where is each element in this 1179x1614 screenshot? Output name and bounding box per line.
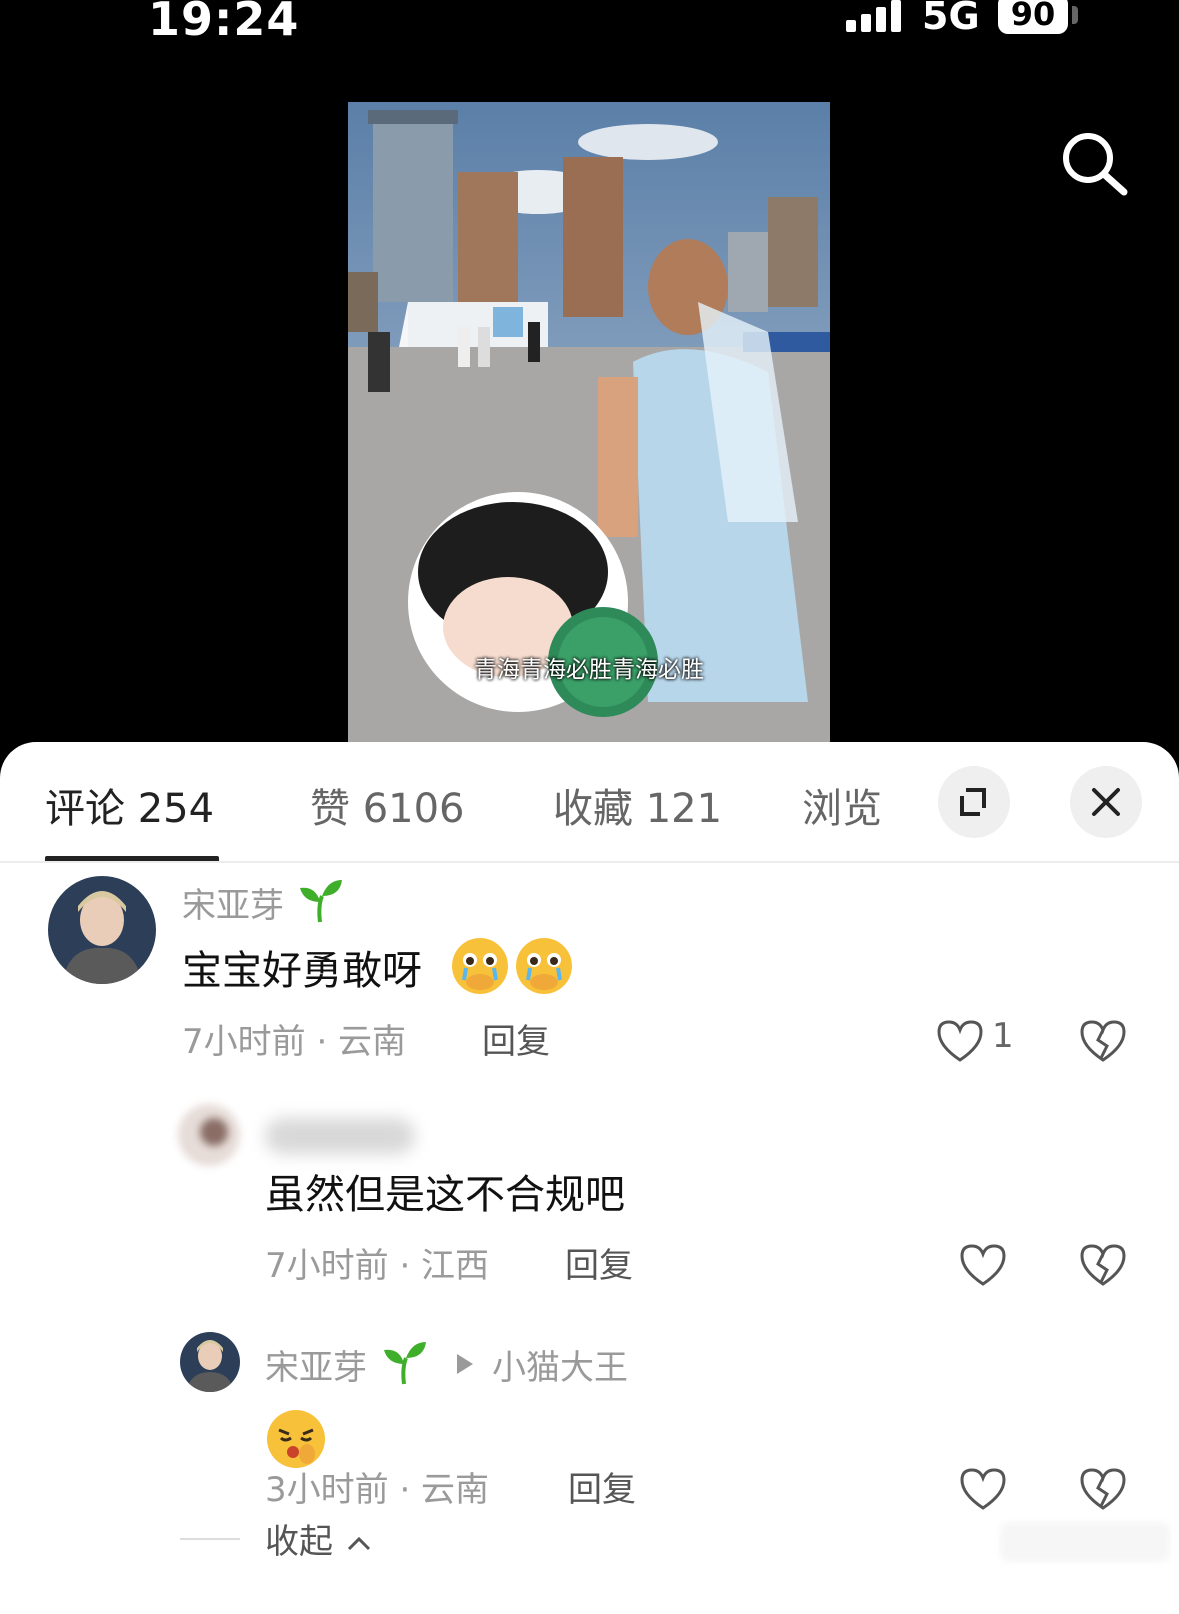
heart-icon[interactable] [958,1242,1008,1288]
battery-icon: 90 [998,0,1068,34]
reply-button[interactable]: 回复 [568,1462,636,1511]
like-count: 1 [992,1016,1014,1056]
broken-heart-icon[interactable] [1078,1018,1128,1064]
collapse-divider [180,1538,240,1540]
sprout-icon [384,1342,426,1385]
comment-meta: 3小时前 · 云南 [265,1470,490,1510]
avatar-image [180,1332,240,1392]
reply-arrow-icon [457,1354,473,1374]
heart-icon[interactable] [935,1018,985,1064]
network-label: 5G [922,0,980,38]
crying-emoji-icon [452,938,572,994]
avatar[interactable] [48,876,156,984]
status-time: 19:24 [148,0,300,46]
comments-sheet: 评论 254 赞 6106 收藏 121 浏览 宋亚芽 宝宝好勇敢呀 7小时前 … [0,742,1179,1614]
watermark [1000,1522,1170,1562]
close-icon [1092,788,1120,816]
battery-tip [1072,6,1078,24]
tab-views[interactable]: 浏览 [802,776,882,834]
comment-username[interactable]: 宋亚芽 [265,1340,367,1389]
collapse-replies-button[interactable]: 收起 [265,1514,374,1563]
avatar[interactable] [180,1332,240,1392]
expand-button[interactable] [938,766,1010,838]
expand-icon [960,788,986,816]
sprout-icon [300,880,342,923]
search-icon[interactable] [1060,130,1130,200]
broken-heart-icon[interactable] [1078,1242,1128,1288]
close-button[interactable] [1070,766,1142,838]
tab-favorites[interactable]: 收藏 121 [553,776,722,834]
reply-button[interactable]: 回复 [482,1014,550,1063]
video-frame-image [348,102,830,742]
divider [0,861,1179,863]
comment-text: 虽然但是这不合规吧 [265,1172,625,1218]
tab-likes[interactable]: 赞 6106 [310,776,465,834]
video-subtitle: 青海青海必胜青海必胜 [474,657,704,683]
status-bar: 19:24 5G 90 [0,0,1179,60]
comment-username[interactable]: 宋亚芽 [182,878,284,927]
signal-icon [846,0,901,32]
collapse-label: 收起 [265,1522,333,1562]
avatar-image [178,1104,240,1166]
broken-heart-icon[interactable] [1078,1466,1128,1512]
blurred-username [265,1118,415,1154]
comment-meta: 7小时前 · 江西 [265,1246,490,1286]
comment-meta: 7小时前 · 云南 [182,1022,407,1062]
video-player[interactable]: 青海青海必胜青海必胜 [348,102,830,742]
reply-button[interactable]: 回复 [565,1238,633,1287]
shushing-emoji-icon [267,1410,325,1468]
tab-comments[interactable]: 评论 254 [45,776,214,834]
heart-icon[interactable] [958,1466,1008,1512]
reply-to-username[interactable]: 小猫大王 [492,1340,628,1389]
avatar-image [48,876,156,984]
chevron-up-icon [347,1536,370,1550]
avatar[interactable] [178,1104,240,1166]
comment-text: 宝宝好勇敢呀 [182,948,422,994]
